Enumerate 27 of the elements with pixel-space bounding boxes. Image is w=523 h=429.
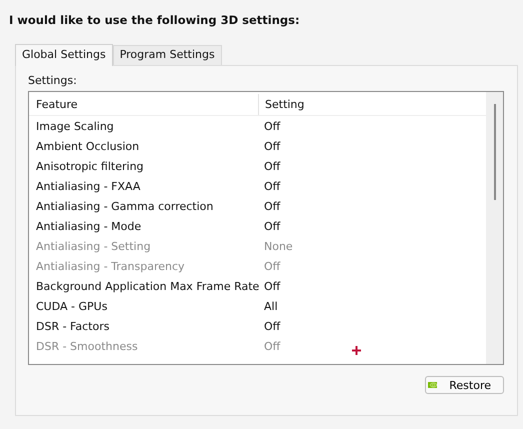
feature-cell[interactable]: CUDA - GPUs bbox=[29, 300, 258, 312]
feature-cell[interactable]: Ambient Occlusion bbox=[29, 140, 258, 152]
feature-cell[interactable]: Antialiasing - Gamma correction bbox=[29, 200, 258, 212]
scrollbar[interactable] bbox=[486, 92, 503, 364]
feature-cell[interactable]: DSR - Factors bbox=[29, 320, 258, 332]
feature-cell[interactable]: Antialiasing - FXAA bbox=[29, 180, 258, 192]
cursor-icon bbox=[352, 346, 361, 355]
setting-cell[interactable]: Off bbox=[258, 140, 280, 152]
settings-label: Settings: bbox=[28, 74, 78, 87]
tab[interactable]: Program Settings bbox=[112, 45, 222, 65]
section-heading: I would like to use the following 3D settings: bbox=[9, 13, 301, 27]
feature-cell[interactable]: Antialiasing - Mode bbox=[29, 220, 258, 232]
tab[interactable]: Global Settings bbox=[15, 44, 113, 66]
setting-cell[interactable]: Off bbox=[258, 200, 280, 212]
column-header[interactable]: Feature bbox=[29, 98, 258, 111]
setting-cell[interactable]: Off bbox=[258, 280, 280, 292]
setting-cell[interactable]: Off bbox=[258, 220, 280, 232]
setting-cell[interactable]: Off bbox=[258, 120, 280, 132]
setting-cell[interactable]: All bbox=[258, 300, 278, 312]
setting-cell[interactable]: Off bbox=[258, 160, 280, 172]
setting-cell[interactable]: Off bbox=[258, 320, 280, 332]
column-header[interactable]: Setting bbox=[258, 94, 304, 115]
feature-cell[interactable]: Background Application Max Frame Rate bbox=[29, 280, 258, 292]
feature-cell[interactable]: Image Scaling bbox=[29, 120, 258, 132]
feature-cell[interactable]: Anisotropic filtering bbox=[29, 160, 258, 172]
setting-cell[interactable]: Off bbox=[258, 180, 280, 192]
restore-button[interactable]: Restore bbox=[425, 376, 504, 394]
